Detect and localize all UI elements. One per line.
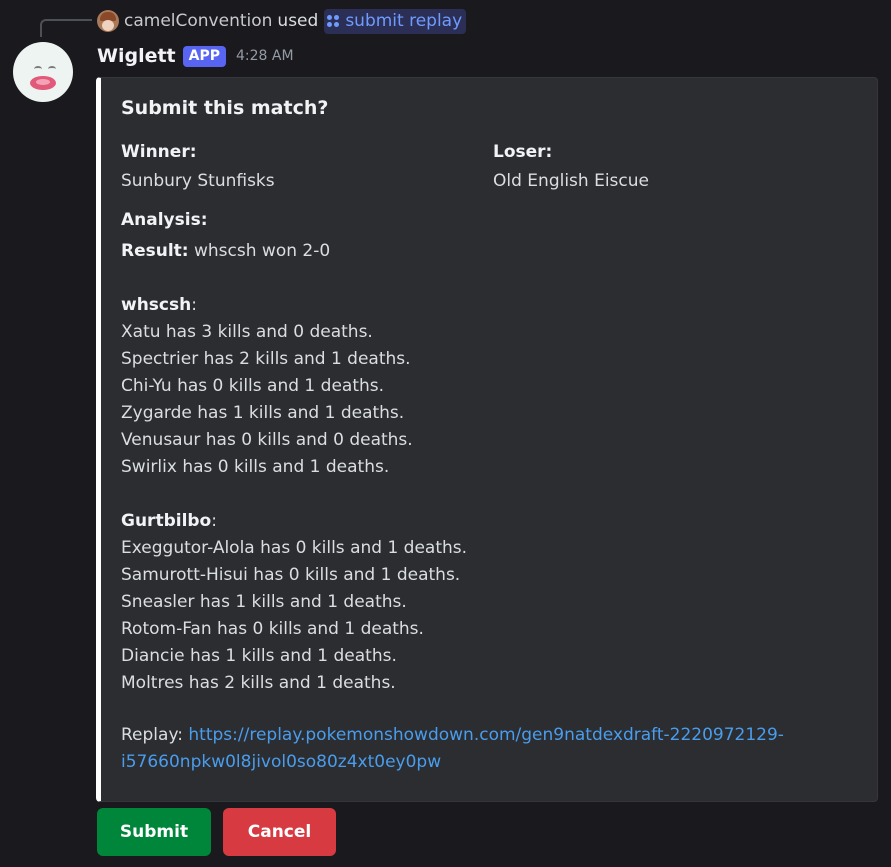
analysis-label: Analysis: [121, 210, 208, 230]
team2-stat-line: Sneasler has 1 kills and 1 deaths. [121, 592, 407, 612]
team1-stat-line: Swirlix has 0 kills and 1 deaths. [121, 457, 390, 477]
team1-stat-line: Zygarde has 1 kills and 1 deaths. [121, 403, 405, 423]
team1-stat-line: Spectrier has 2 kills and 1 deaths. [121, 349, 411, 369]
submit-button[interactable]: Submit [97, 808, 211, 856]
match-embed: Submit this match? Winner: Sunbury Stunf… [96, 77, 878, 802]
replay-link-continued[interactable]: i57660npkw0l8jivol0so80z4xt0ey0pw [121, 752, 441, 772]
replay-block: Replay: https://replay.pokemonshowdown.c… [121, 722, 784, 776]
replay-label: Replay: [121, 725, 189, 745]
cancel-button[interactable]: Cancel [223, 808, 336, 856]
timestamp: 4:28 AM [236, 48, 294, 64]
loser-value: Old English Eiscue [493, 171, 649, 191]
team2-stat-line: Diancie has 1 kills and 1 deaths. [121, 646, 397, 666]
team2-stat-line: Exeggutor-Alola has 0 kills and 1 deaths… [121, 538, 468, 558]
team2-name: Gurtbilbo [121, 511, 212, 531]
replay-link[interactable]: https://replay.pokemonshowdown.com/gen9n… [188, 725, 784, 745]
command-mention[interactable]: submit replay [324, 8, 467, 34]
team2-header: Gurtbilbo: [121, 511, 217, 531]
team1-stat-line: Chi-Yu has 0 kills and 1 deaths. [121, 376, 385, 396]
result-line: Result: whscsh won 2-0 [121, 238, 467, 265]
slash-command-icon [327, 15, 340, 27]
wiglett-avatar-icon[interactable] [13, 42, 73, 102]
result-label: Result: [121, 241, 189, 261]
team1-header: whscsh: [121, 295, 197, 315]
team2-stat-line: Samurott-Hisui has 0 kills and 1 deaths. [121, 565, 461, 585]
user-avatar-icon[interactable] [97, 10, 119, 32]
team1-stat-line: Venusaur has 0 kills and 0 deaths. [121, 430, 413, 450]
team1-name: whscsh [121, 295, 192, 315]
reply-action: used [277, 11, 319, 31]
result-value: whscsh won 2-0 [188, 241, 331, 261]
app-badge: APP [182, 45, 226, 67]
winner-label: Winner: [121, 142, 197, 162]
command-name: submit replay [345, 11, 463, 31]
team1-stat-line: Xatu has 3 kills and 0 deaths. [121, 322, 373, 342]
winner-value: Sunbury Stunfisks [121, 171, 275, 191]
embed-title: Submit this match? [121, 97, 329, 119]
message-header: Wiglett APP 4:28 AM [97, 45, 294, 67]
reply-username[interactable]: camelConvention [124, 11, 272, 31]
reply-reference[interactable]: camelConvention used submit replay [97, 8, 467, 34]
team2-stat-line: Rotom-Fan has 0 kills and 1 deaths. [121, 619, 424, 639]
team2-stat-line: Moltres has 2 kills and 1 deaths. [121, 673, 396, 693]
analysis-body: Result: whscsh won 2-0 whscsh: Xatu has … [121, 238, 467, 697]
bot-name[interactable]: Wiglett [97, 45, 176, 67]
loser-label: Loser: [493, 142, 553, 162]
reply-connector [40, 19, 92, 37]
